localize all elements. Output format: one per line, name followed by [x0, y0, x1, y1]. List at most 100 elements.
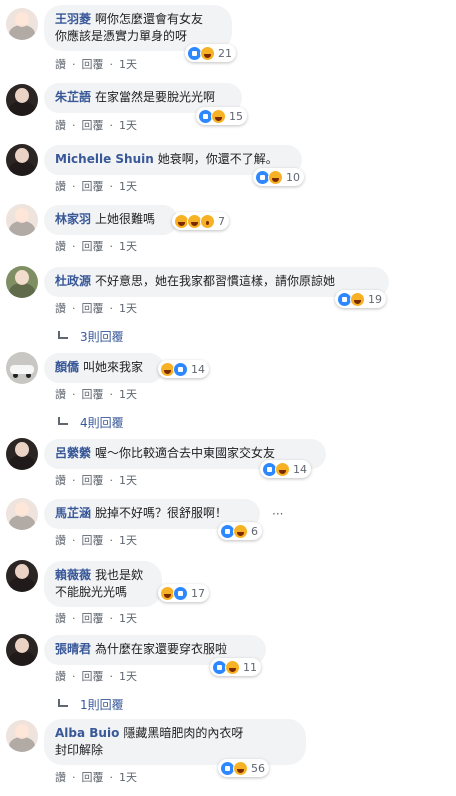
- comment-text: 在家當然是要脫光光啊: [95, 90, 216, 104]
- timestamp[interactable]: 1天: [119, 670, 137, 683]
- view-replies-link[interactable]: 3則回覆: [58, 328, 124, 345]
- reply-link[interactable]: 回覆: [82, 388, 104, 401]
- avatar[interactable]: [6, 84, 38, 116]
- reply-link[interactable]: 回覆: [82, 302, 104, 315]
- like-link[interactable]: 讚: [55, 474, 66, 487]
- author-name[interactable]: 杜政源: [55, 274, 91, 288]
- like-link[interactable]: 讚: [55, 180, 66, 193]
- reply-link[interactable]: 回覆: [82, 474, 104, 487]
- avatar[interactable]: [6, 560, 38, 592]
- timestamp[interactable]: 1天: [119, 474, 137, 487]
- like-icon: [173, 585, 188, 601]
- like-link[interactable]: 讚: [55, 119, 66, 132]
- timestamp[interactable]: 1天: [119, 612, 137, 625]
- timestamp[interactable]: 1天: [119, 771, 137, 784]
- timestamp[interactable]: 1天: [119, 534, 137, 547]
- timestamp[interactable]: 1天: [119, 119, 137, 132]
- like-link[interactable]: 讚: [55, 240, 66, 253]
- comment-text: 上她很難嗎: [95, 212, 156, 226]
- haha-icon: [225, 659, 240, 675]
- comment-actions: 讚 · 回覆 · 1天: [55, 180, 137, 193]
- haha-icon: [211, 108, 226, 124]
- reaction-count: 14: [293, 462, 307, 476]
- reaction-count: 11: [243, 660, 257, 674]
- avatar[interactable]: [6, 352, 38, 384]
- reaction-count: 10: [286, 170, 300, 184]
- view-replies-link[interactable]: 1則回覆: [58, 696, 124, 713]
- avatar[interactable]: [6, 634, 38, 666]
- author-name[interactable]: 王羽菱: [55, 12, 91, 26]
- reactions-badge[interactable]: 56: [218, 759, 269, 777]
- reply-link[interactable]: 回覆: [82, 58, 104, 71]
- reactions-badge[interactable]: 21: [185, 44, 236, 62]
- avatar[interactable]: [6, 720, 38, 752]
- haha-icon: [350, 291, 365, 307]
- comment-text: 她衰啊，你還不了解。: [157, 152, 278, 166]
- like-link[interactable]: 讚: [55, 670, 66, 683]
- reactions-badge[interactable]: 15: [196, 107, 247, 125]
- like-link[interactable]: 讚: [55, 302, 66, 315]
- comment-actions: 讚 · 回覆 · 1天: [55, 771, 137, 784]
- timestamp[interactable]: 1天: [119, 302, 137, 315]
- like-link[interactable]: 讚: [55, 534, 66, 547]
- timestamp[interactable]: 1天: [119, 388, 137, 401]
- avatar[interactable]: [6, 438, 38, 470]
- reactions-badge[interactable]: 14: [158, 360, 209, 378]
- avatar[interactable]: [6, 8, 38, 40]
- reply-link[interactable]: 回覆: [82, 771, 104, 784]
- reactions-badge[interactable]: 6: [218, 522, 262, 540]
- reply-arrow-icon: [58, 330, 68, 339]
- comment-actions: 讚 · 回覆 · 1天: [55, 474, 137, 487]
- author-name[interactable]: 顏僑: [55, 360, 79, 374]
- like-link[interactable]: 讚: [55, 58, 66, 71]
- comment-text: 喔～你比較適合去中東國家交女友: [95, 446, 276, 460]
- reply-link[interactable]: 回覆: [82, 180, 104, 193]
- avatar[interactable]: [6, 498, 38, 530]
- like-link[interactable]: 讚: [55, 612, 66, 625]
- reply-link[interactable]: 回覆: [82, 534, 104, 547]
- comment-actions: 讚 · 回覆 · 1天: [55, 534, 137, 547]
- author-name[interactable]: Michelle Shuin: [55, 152, 154, 166]
- reaction-count: 19: [368, 292, 382, 306]
- like-link[interactable]: 讚: [55, 388, 66, 401]
- reply-link[interactable]: 回覆: [82, 119, 104, 132]
- timestamp[interactable]: 1天: [119, 180, 137, 193]
- author-name[interactable]: 張晴君: [55, 642, 91, 656]
- view-replies-link[interactable]: 4則回覆: [58, 414, 124, 431]
- comment-actions: 讚 · 回覆 · 1天: [55, 388, 137, 401]
- reaction-count: 17: [191, 586, 205, 600]
- timestamp[interactable]: 1天: [119, 240, 137, 253]
- wow-icon: [200, 213, 215, 229]
- avatar[interactable]: [6, 144, 38, 176]
- comment-text: 叫她來我家: [83, 360, 144, 374]
- reactions-badge[interactable]: 10: [253, 168, 304, 186]
- comment-text: 脫掉不好嗎？很舒服啊！: [95, 506, 228, 520]
- author-name[interactable]: Alba Buio: [55, 726, 119, 740]
- comment-bubble: Alba Buio 隱藏黑暗肥肉的內衣呀 封印解除: [44, 719, 306, 765]
- haha-icon: [233, 523, 248, 539]
- reactions-badge[interactable]: 7: [172, 212, 229, 230]
- reactions-badge[interactable]: 17: [158, 584, 209, 602]
- avatar[interactable]: [6, 266, 38, 298]
- haha-icon: [275, 461, 290, 477]
- author-name[interactable]: 馬芷涵: [55, 506, 91, 520]
- comment-bubble: 顏僑 叫她來我家: [44, 353, 164, 383]
- comment-actions: 讚 · 回覆 · 1天: [55, 302, 137, 315]
- reactions-badge[interactable]: 19: [335, 290, 386, 308]
- reply-link[interactable]: 回覆: [82, 670, 104, 683]
- like-link[interactable]: 讚: [55, 771, 66, 784]
- author-name[interactable]: 呂縈縈: [55, 446, 91, 460]
- author-name[interactable]: 賴薇薇: [55, 568, 91, 582]
- reply-link[interactable]: 回覆: [82, 240, 104, 253]
- reactions-badge[interactable]: 11: [210, 658, 261, 676]
- avatar[interactable]: [6, 204, 38, 236]
- reactions-badge[interactable]: 14: [260, 460, 311, 478]
- author-name[interactable]: 林家羽: [55, 212, 91, 226]
- author-name[interactable]: 朱芷語: [55, 90, 91, 104]
- comment-actions: 讚 · 回覆 · 1天: [55, 612, 137, 625]
- comment-text: 為什麼在家還要穿衣服啦: [95, 642, 228, 656]
- reply-link[interactable]: 回覆: [82, 612, 104, 625]
- more-options-icon[interactable]: ···: [272, 507, 283, 521]
- reaction-count: 21: [218, 46, 232, 60]
- timestamp[interactable]: 1天: [119, 58, 137, 71]
